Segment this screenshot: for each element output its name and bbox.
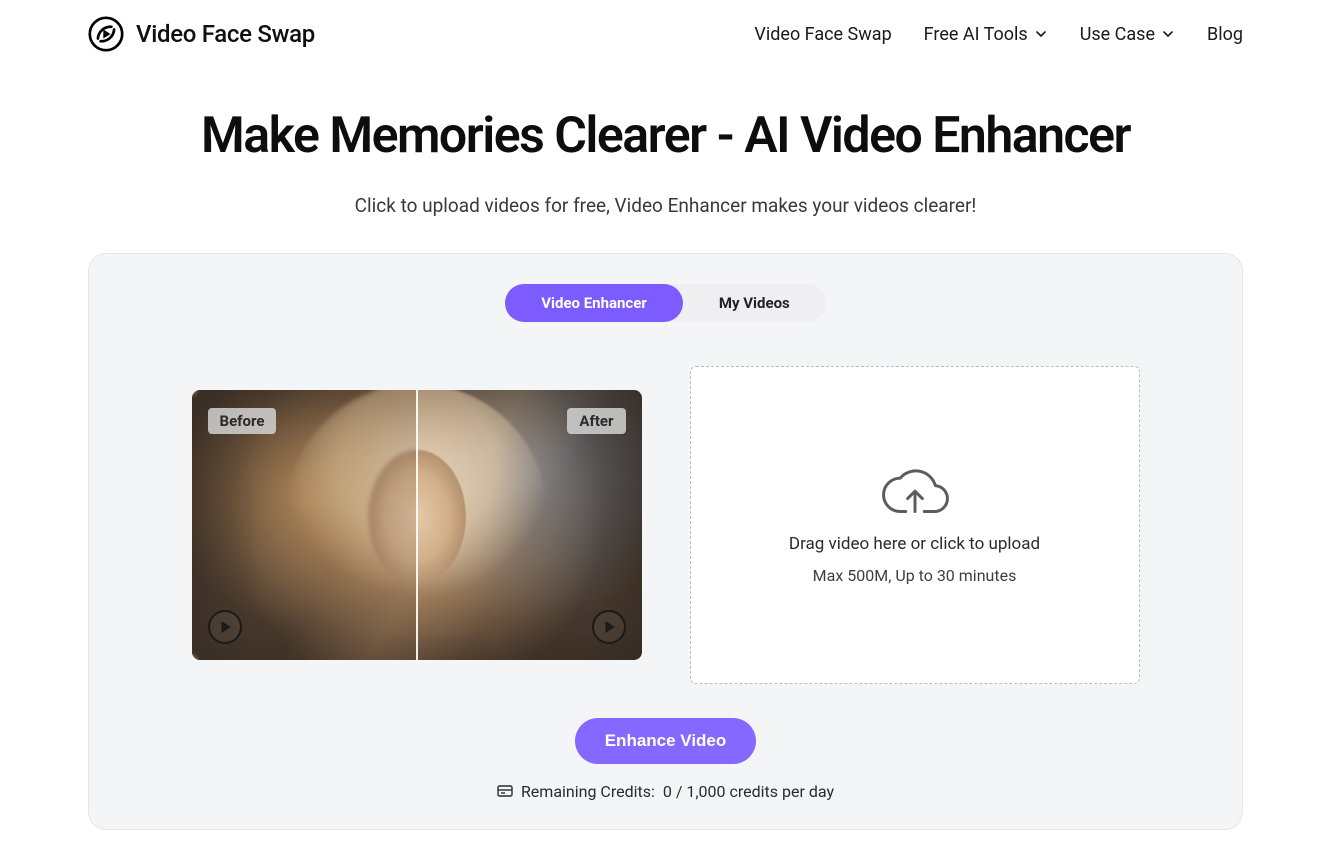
brand-title: Video Face Swap xyxy=(136,20,315,48)
nav-item-label: Blog xyxy=(1207,24,1243,45)
nav-item-label: Video Face Swap xyxy=(754,24,891,45)
play-icon xyxy=(218,620,232,634)
brand[interactable]: Video Face Swap xyxy=(88,16,315,52)
tab-video-enhancer[interactable]: Video Enhancer xyxy=(505,284,683,322)
hero: Make Memories Clearer - AI Video Enhance… xyxy=(0,68,1331,253)
credits-info: Remaining Credits: 0 / 1,000 credits per… xyxy=(497,782,834,801)
chevron-down-icon xyxy=(1034,27,1048,41)
play-before-button[interactable] xyxy=(208,610,242,644)
play-icon xyxy=(602,620,616,634)
upload-dropzone[interactable]: Drag video here or click to upload Max 5… xyxy=(690,366,1140,684)
credits-icon xyxy=(497,783,513,799)
nav-use-case[interactable]: Use Case xyxy=(1080,24,1175,45)
nav-item-label: Free AI Tools xyxy=(924,24,1028,45)
site-header: Video Face Swap Video Face Swap Free AI … xyxy=(0,0,1331,68)
comparison-divider[interactable] xyxy=(416,390,418,660)
page-title: Make Memories Clearer - AI Video Enhance… xyxy=(88,108,1243,166)
enhancer-card: Video Enhancer My Videos Before After xyxy=(88,253,1243,830)
tab-bar: Video Enhancer My Videos xyxy=(129,284,1202,322)
before-label: Before xyxy=(208,408,277,434)
nav-blog[interactable]: Blog xyxy=(1207,24,1243,45)
upload-instruction: Drag video here or click to upload xyxy=(789,534,1040,554)
play-after-button[interactable] xyxy=(592,610,626,644)
nav-video-face-swap[interactable]: Video Face Swap xyxy=(754,24,891,45)
brand-logo-icon xyxy=(88,16,124,52)
after-label: After xyxy=(567,408,625,434)
credits-label: Remaining Credits: xyxy=(521,782,655,801)
enhance-video-button[interactable]: Enhance Video xyxy=(575,718,757,764)
tab-my-videos[interactable]: My Videos xyxy=(683,284,826,322)
cloud-upload-icon xyxy=(878,464,952,522)
nav-free-ai-tools[interactable]: Free AI Tools xyxy=(924,24,1048,45)
comparison-preview: Before After xyxy=(192,390,642,660)
main-nav: Video Face Swap Free AI Tools Use Case B… xyxy=(754,24,1243,45)
upload-limits: Max 500M, Up to 30 minutes xyxy=(813,566,1017,585)
nav-item-label: Use Case xyxy=(1080,24,1155,45)
credits-value: 0 / 1,000 credits per day xyxy=(663,782,834,801)
chevron-down-icon xyxy=(1161,27,1175,41)
page-subtitle: Click to upload videos for free, Video E… xyxy=(88,194,1243,217)
